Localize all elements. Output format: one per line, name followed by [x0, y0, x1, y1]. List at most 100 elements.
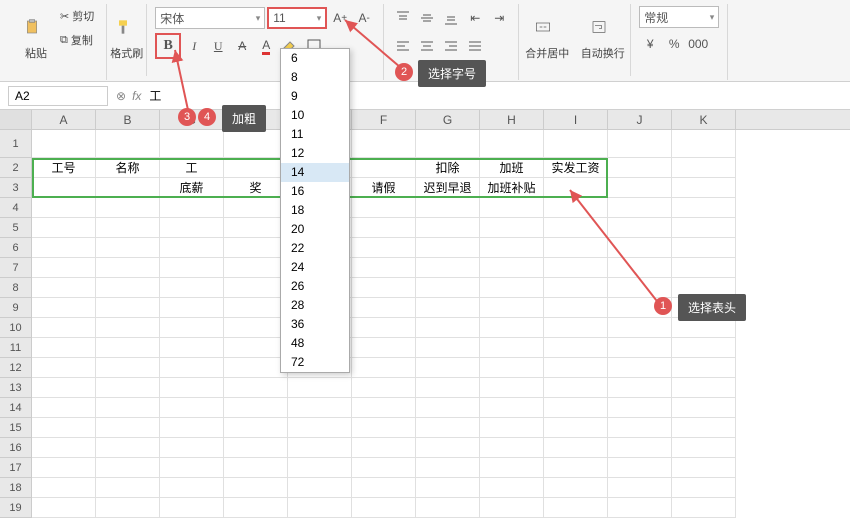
cell[interactable] [352, 398, 416, 418]
cell[interactable] [32, 258, 96, 278]
font-size-option[interactable]: 28 [281, 296, 349, 315]
font-size-option[interactable]: 48 [281, 334, 349, 353]
cell[interactable] [480, 218, 544, 238]
increase-font-button[interactable]: A+ [329, 7, 351, 29]
cell[interactable] [352, 478, 416, 498]
cell[interactable] [544, 178, 608, 198]
cell[interactable] [544, 418, 608, 438]
cell[interactable] [672, 478, 736, 498]
cell[interactable] [608, 398, 672, 418]
col-header[interactable]: H [480, 110, 544, 129]
cell[interactable] [544, 278, 608, 298]
cell[interactable] [672, 158, 736, 178]
cell[interactable] [608, 478, 672, 498]
cell[interactable] [96, 358, 160, 378]
cell[interactable] [160, 398, 224, 418]
cell[interactable] [96, 378, 160, 398]
row-header[interactable]: 9 [0, 298, 32, 318]
cell[interactable] [32, 278, 96, 298]
font-size-option[interactable]: 22 [281, 239, 349, 258]
cell[interactable] [544, 238, 608, 258]
cell[interactable] [96, 398, 160, 418]
paste-button[interactable]: 粘贴 [16, 4, 56, 76]
cell[interactable] [608, 258, 672, 278]
cell[interactable] [96, 298, 160, 318]
cell[interactable] [224, 458, 288, 478]
cell[interactable] [96, 418, 160, 438]
font-size-option[interactable]: 6 [281, 49, 349, 68]
row-header[interactable]: 5 [0, 218, 32, 238]
col-header[interactable]: I [544, 110, 608, 129]
cell[interactable] [224, 378, 288, 398]
cell[interactable] [480, 438, 544, 458]
cell[interactable] [544, 338, 608, 358]
cell[interactable] [672, 238, 736, 258]
cell[interactable]: 名称 [96, 158, 160, 178]
cell[interactable] [224, 478, 288, 498]
cell[interactable] [224, 218, 288, 238]
cell[interactable] [416, 478, 480, 498]
cell[interactable] [224, 158, 288, 178]
cell[interactable] [288, 398, 352, 418]
cell[interactable] [672, 458, 736, 478]
cell[interactable] [480, 378, 544, 398]
cell[interactable] [352, 298, 416, 318]
cell[interactable] [160, 218, 224, 238]
font-size-option[interactable]: 20 [281, 220, 349, 239]
font-size-option[interactable]: 14 [281, 163, 349, 182]
cell[interactable] [32, 418, 96, 438]
currency-button[interactable]: ¥ [639, 33, 661, 55]
cell[interactable] [224, 418, 288, 438]
col-header[interactable]: F [352, 110, 416, 129]
cell[interactable] [32, 198, 96, 218]
cell[interactable] [672, 498, 736, 518]
comma-button[interactable]: 000 [687, 33, 709, 55]
col-header[interactable]: J [608, 110, 672, 129]
cell[interactable] [672, 338, 736, 358]
font-size-option[interactable]: 11 [281, 125, 349, 144]
cell[interactable] [480, 398, 544, 418]
cell[interactable]: 加班 [480, 158, 544, 178]
decrease-indent-button[interactable]: ⇤ [464, 7, 486, 29]
cell[interactable] [352, 358, 416, 378]
cell[interactable] [352, 198, 416, 218]
cell[interactable] [96, 318, 160, 338]
cell[interactable] [32, 378, 96, 398]
align-left-button[interactable] [392, 35, 414, 57]
font-size-option[interactable]: 36 [281, 315, 349, 334]
cell[interactable] [224, 278, 288, 298]
row-header[interactable]: 17 [0, 458, 32, 478]
cell[interactable] [416, 198, 480, 218]
cell[interactable] [544, 298, 608, 318]
col-header[interactable]: G [416, 110, 480, 129]
cell[interactable] [608, 158, 672, 178]
cell[interactable] [160, 258, 224, 278]
cell[interactable] [160, 378, 224, 398]
cell[interactable] [416, 338, 480, 358]
font-size-option[interactable]: 8 [281, 68, 349, 87]
cell[interactable] [416, 238, 480, 258]
cell[interactable] [224, 398, 288, 418]
cell[interactable] [352, 498, 416, 518]
select-all-corner[interactable] [0, 110, 32, 129]
cell[interactable] [544, 358, 608, 378]
cell[interactable] [672, 258, 736, 278]
cell[interactable] [96, 498, 160, 518]
cell[interactable]: 底薪 [160, 178, 224, 198]
cell[interactable] [416, 378, 480, 398]
cell[interactable] [352, 218, 416, 238]
cell[interactable] [160, 358, 224, 378]
cell[interactable] [224, 298, 288, 318]
font-size-option[interactable]: 10 [281, 106, 349, 125]
percent-button[interactable]: % [663, 33, 685, 55]
cell[interactable] [544, 378, 608, 398]
cell[interactable] [608, 198, 672, 218]
cell[interactable] [480, 498, 544, 518]
cell[interactable] [32, 458, 96, 478]
cell[interactable] [672, 398, 736, 418]
cell[interactable] [480, 478, 544, 498]
cell[interactable] [224, 238, 288, 258]
cell[interactable] [96, 458, 160, 478]
cell[interactable] [96, 278, 160, 298]
cell[interactable] [544, 398, 608, 418]
